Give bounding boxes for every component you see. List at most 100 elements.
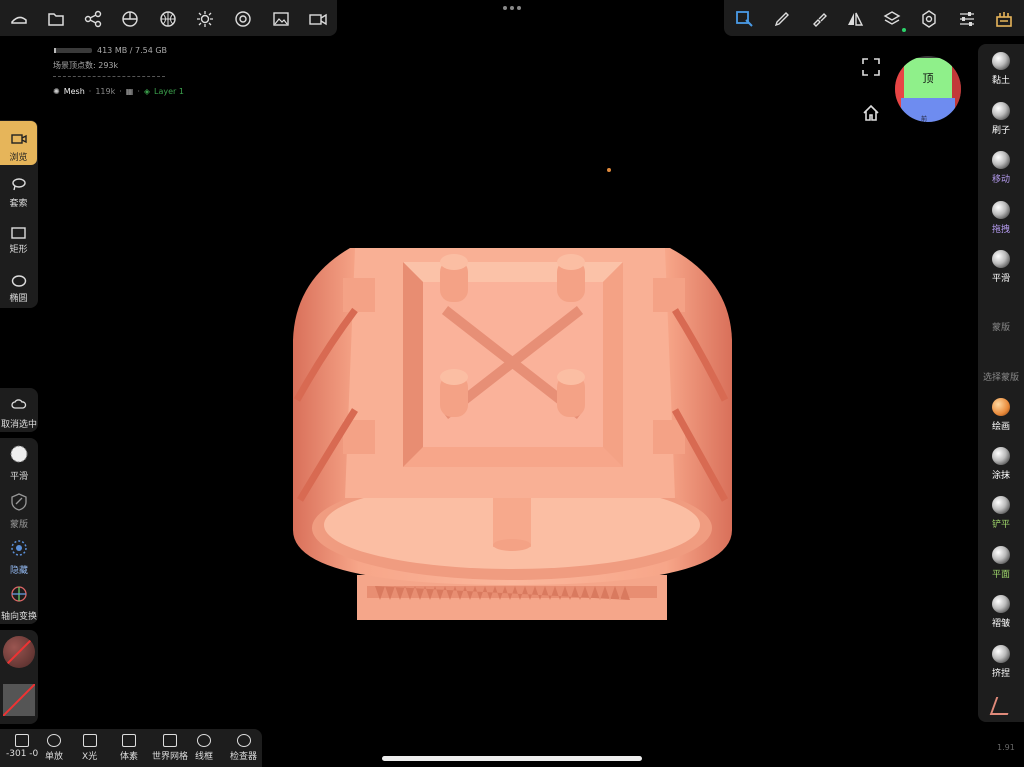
tool-right-4[interactable]: 平滑 (978, 250, 1024, 284)
ellipse-icon (11, 272, 27, 291)
material-icon[interactable] (117, 6, 143, 32)
bottom-history-button[interactable]: -301 -0 (6, 734, 38, 759)
tool-right-0[interactable]: 黏土 (978, 52, 1024, 86)
tool-mask-label: 蒙版 (9, 520, 28, 530)
memory-bar (54, 48, 92, 53)
bottom-label: X光 (82, 752, 98, 762)
zoom-icon (47, 734, 61, 747)
voxel-icon (122, 734, 136, 747)
view-cube-front-label: 前 (921, 116, 928, 122)
scene-share-icon[interactable] (80, 6, 106, 32)
bottom-grid-button[interactable]: 世界网格 (152, 734, 188, 762)
tool-smooth[interactable]: 平滑 (0, 442, 38, 482)
view-cube[interactable]: 顶 前 (895, 56, 961, 122)
light-icon[interactable] (192, 6, 218, 32)
bottom-zoom-button[interactable]: 单放 (45, 734, 63, 762)
sliders-icon[interactable] (954, 6, 980, 32)
color-swatch[interactable] (3, 684, 35, 716)
xray-icon (82, 734, 97, 747)
tool-right-2[interactable]: 移动 (978, 151, 1024, 185)
tool-right-9[interactable]: 铲平 (978, 496, 1024, 530)
settings-icon[interactable] (916, 6, 942, 32)
mesh-name: Mesh (63, 87, 85, 96)
tool-right-12[interactable]: 挤捏 (978, 645, 1024, 679)
brush-ball-icon (992, 398, 1010, 416)
tool-ellipse-label: 椭圆 (9, 294, 28, 304)
symmetry-icon[interactable] (842, 6, 868, 32)
bottom-label: 世界网格 (152, 752, 189, 762)
tool-browse[interactable]: 浏览 (0, 121, 37, 165)
tool-right-7[interactable]: 绘画 (978, 398, 1024, 432)
tool-mask[interactable]: 蒙版 (0, 490, 38, 530)
shading-icon[interactable] (230, 6, 256, 32)
brush-ball-icon (992, 447, 1010, 465)
selection-icon[interactable] (732, 6, 758, 32)
brush-ball-icon (992, 250, 1010, 268)
bottom-wireframe-button[interactable]: 线框 (195, 734, 213, 762)
bottom-label: 检查器 (230, 752, 258, 762)
brush-ball-icon (992, 299, 1010, 317)
layers-icon[interactable] (879, 6, 905, 32)
top-right-toolbar (724, 0, 1024, 36)
tool-right-label: 黏土 (991, 76, 1010, 86)
bottom-xray-button[interactable]: X光 (82, 734, 97, 762)
tool-right-11[interactable]: 褶皱 (978, 595, 1024, 629)
background-icon[interactable] (155, 6, 181, 32)
checker-icon: ▦ (125, 87, 134, 96)
tool-right-label: 选择蒙版 (982, 373, 1019, 383)
tool-right-label: 平面 (991, 570, 1010, 580)
fullscreen-icon[interactable] (862, 58, 880, 80)
mesh-icon: ✺ (53, 87, 60, 96)
tool-right-label: 平滑 (991, 274, 1010, 284)
paint-icon[interactable] (806, 6, 832, 32)
tool-right-label: 蒙版 (991, 323, 1010, 333)
deselect-panel: 取消选中 (0, 388, 38, 432)
tool-right-label: 刷子 (991, 126, 1010, 136)
app-icon[interactable] (991, 6, 1017, 32)
top-left-toolbar (0, 0, 337, 36)
tool-right-label: 涂抹 (991, 471, 1010, 481)
bottom-inspector-button[interactable]: 检查器 (230, 734, 257, 762)
history-icon (15, 734, 30, 747)
layers-status-dot (902, 28, 906, 32)
tool-browse-label: 浏览 (9, 153, 28, 163)
mesh-row[interactable]: ✺ Mesh · 119k · ▦ · ◈ Layer 1 (53, 87, 184, 96)
tool-gizmo[interactable]: 轴向变换 (0, 582, 38, 622)
files-icon[interactable] (6, 6, 32, 32)
material-swatch[interactable] (3, 636, 35, 668)
tool-right-label: 挤捏 (991, 669, 1010, 679)
image-icon[interactable] (268, 6, 294, 32)
folder-icon[interactable] (43, 6, 69, 32)
pivot-dot (607, 168, 611, 172)
tool-right-1[interactable]: 刷子 (978, 102, 1024, 136)
memory-usage: 413 MB / 7.54 GB (97, 46, 168, 55)
view-cube-top-face[interactable]: 顶 (904, 58, 952, 98)
bottom-voxel-button[interactable]: 体素 (120, 734, 138, 762)
tool-right-6[interactable]: 选择蒙版 (978, 349, 1024, 383)
tool-smooth-label: 平滑 (9, 472, 28, 482)
vertex-count: 场景顶点数: 293k (53, 61, 119, 70)
home-indicator[interactable] (382, 756, 642, 761)
tool-gizmo-label: 轴向变换 (0, 612, 37, 622)
cloud-icon (11, 395, 27, 414)
tool-right-10[interactable]: 平面 (978, 546, 1024, 580)
tool-lasso[interactable]: 套索 (0, 170, 37, 210)
home-icon[interactable] (862, 104, 880, 126)
tool-right-5[interactable]: 蒙版 (978, 299, 1024, 333)
brush-ball-icon (992, 496, 1010, 514)
grid-icon (163, 734, 177, 747)
tool-hide[interactable]: 隐藏 (0, 536, 38, 576)
more-dots[interactable] (503, 6, 521, 12)
brush-icon[interactable] (769, 6, 795, 32)
tool-right-8[interactable]: 涂抹 (978, 447, 1024, 481)
tool-ellipse[interactable]: 椭圆 (0, 266, 37, 306)
tool-right-3[interactable]: 拖拽 (978, 201, 1024, 235)
tool-right-label: 移动 (991, 175, 1010, 185)
deselect-button[interactable]: 取消选中 (0, 388, 38, 432)
tool-rectangle[interactable]: 矩形 (0, 218, 37, 258)
smooth-icon (10, 445, 28, 467)
video-icon[interactable] (305, 6, 331, 32)
ring-model[interactable] (285, 240, 740, 625)
brush-ball-icon (992, 102, 1010, 120)
tool-hide-label: 隐藏 (9, 566, 28, 576)
